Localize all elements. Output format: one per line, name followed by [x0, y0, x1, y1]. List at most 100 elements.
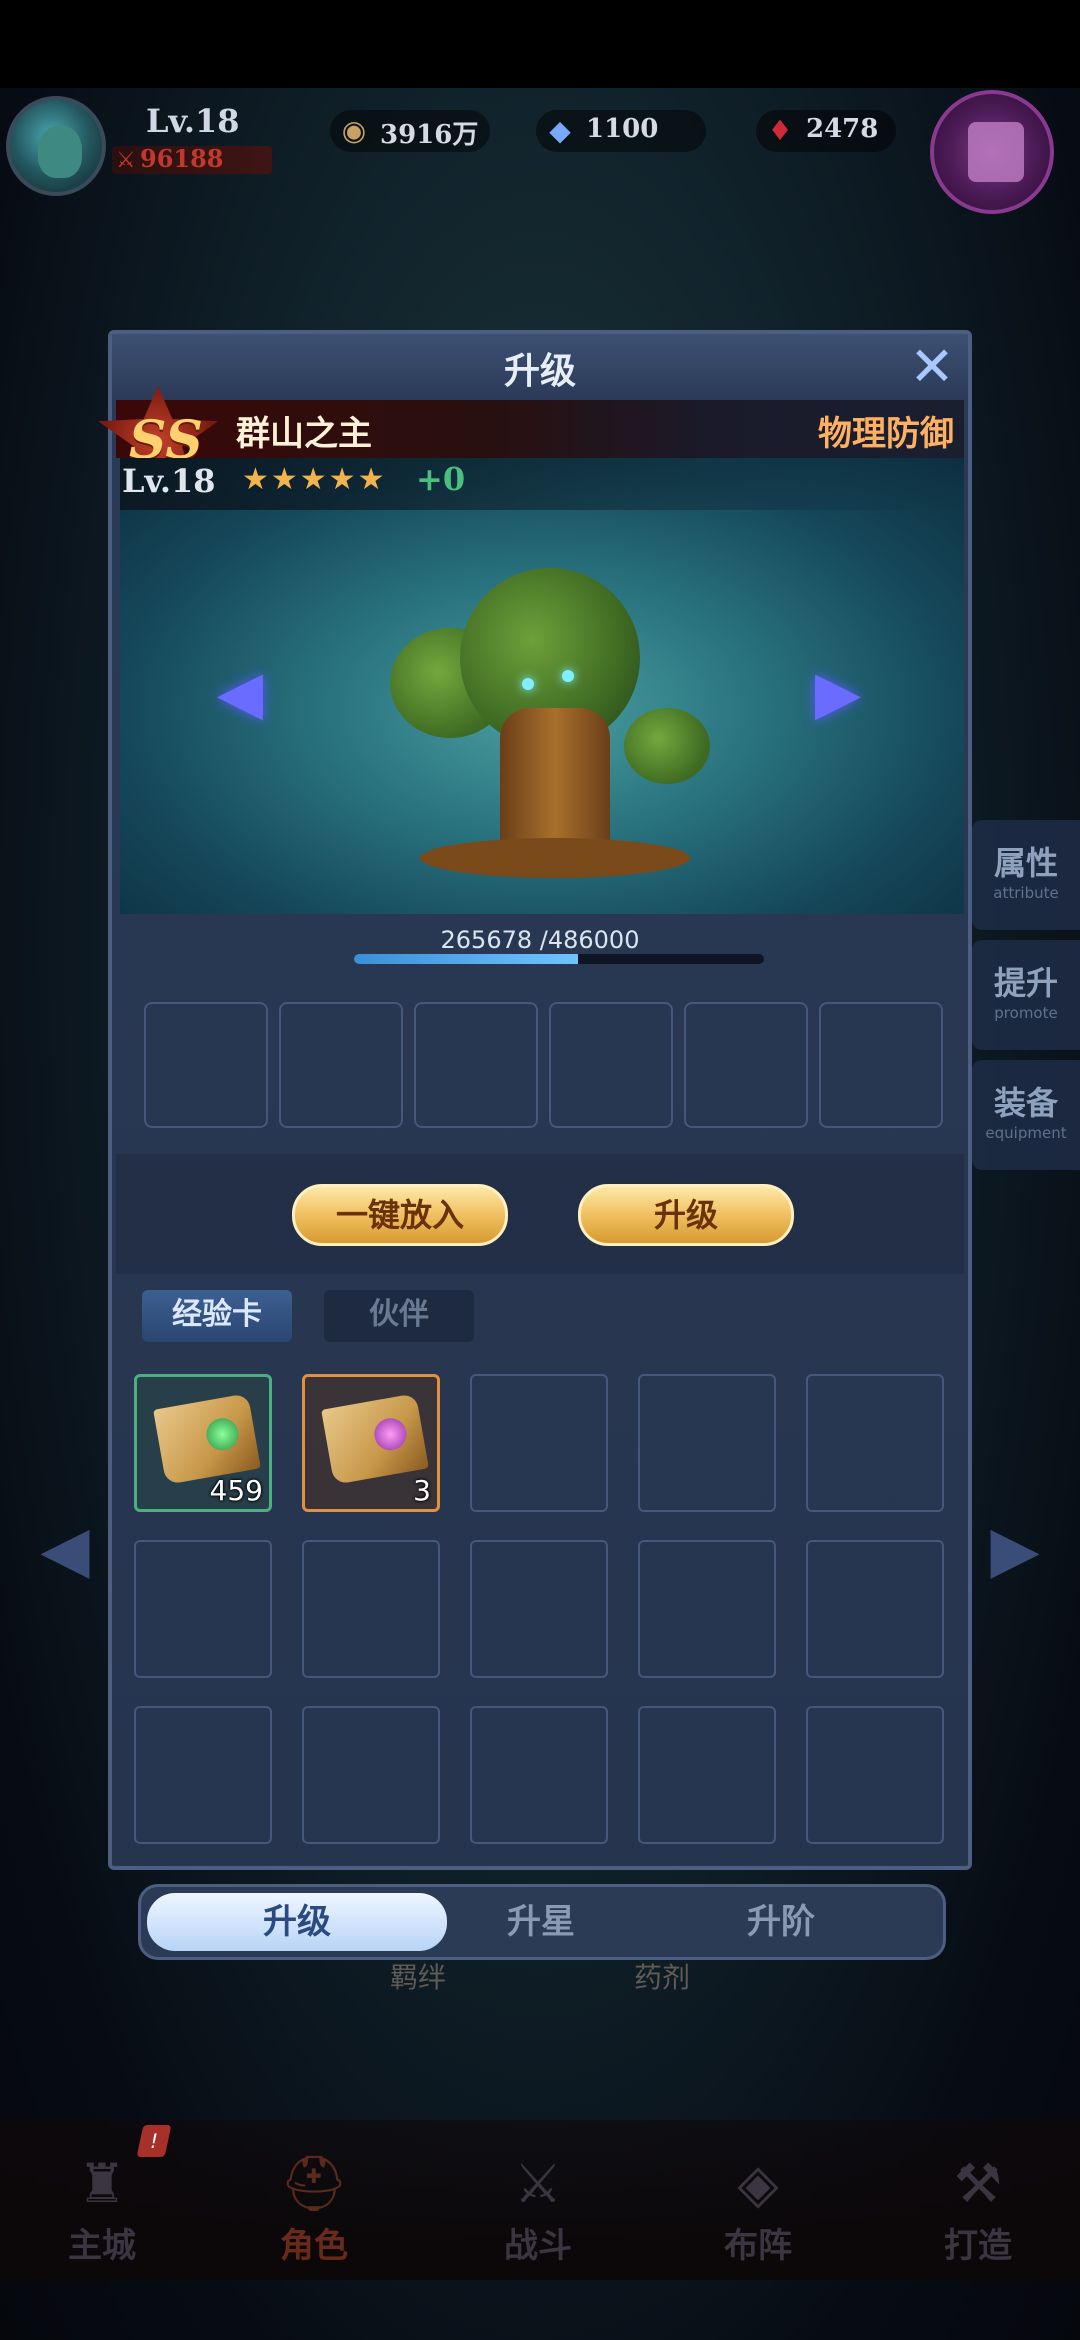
material-slot[interactable] [549, 1002, 673, 1128]
nav-character[interactable]: ⛑ 角色 [244, 2150, 384, 2270]
exp-progress-text: 265678 /486000 [440, 926, 640, 954]
nav-label: 角色 [280, 2226, 348, 2266]
exp-book-icon [321, 1393, 429, 1485]
canopy [624, 708, 710, 784]
material-slot[interactable] [279, 1002, 403, 1128]
prev-hero-icon[interactable]: ◀ [30, 1500, 100, 1600]
side-tab-label: 属性 [993, 844, 1058, 882]
gold-value: 3916万 [380, 120, 479, 150]
modal-title: 升级 [503, 350, 576, 392]
hero-class: 物理防御 [818, 414, 954, 454]
mode-tab-bar: 升级 升星 升阶 [138, 1884, 946, 1960]
empty-item-cell[interactable] [134, 1706, 272, 1844]
power-value: 96188 [140, 144, 224, 173]
diamond-resource[interactable]: ◆ 1100 [536, 110, 706, 152]
swords-icon: ⚔ [513, 2152, 563, 2215]
ruby-icon: ♦ [767, 114, 793, 147]
next-hero-icon[interactable]: ▶ [980, 1500, 1050, 1600]
nav-main-city[interactable]: ♜ 主城 [32, 2150, 172, 2270]
empty-item-cell[interactable] [302, 1706, 440, 1844]
status-bar [0, 0, 1080, 88]
hero-name: 群山之主 [236, 414, 372, 454]
diamond-value: 1100 [586, 114, 659, 144]
gem-icon [371, 1415, 409, 1453]
empty-item-cell[interactable] [806, 1540, 944, 1678]
exp-progress-bar [354, 954, 764, 964]
side-tab-label: 装备 [993, 1084, 1058, 1122]
avatar-face [38, 126, 82, 178]
material-slot[interactable] [414, 1002, 538, 1128]
potion-label[interactable]: 药剂 [634, 1956, 690, 1994]
side-tab-promote[interactable]: 提升 promote [972, 940, 1080, 1050]
item-grid: 459 3 [134, 1374, 954, 1874]
exp-book-icon [153, 1393, 261, 1485]
ruby-resource[interactable]: ♦ 2478 [756, 110, 896, 152]
side-tab-attribute[interactable]: 属性 attribute [972, 820, 1080, 930]
quest-scroll-button[interactable] [930, 90, 1054, 214]
gem-icon [203, 1415, 241, 1453]
close-icon[interactable]: ✕ [906, 340, 958, 394]
gold-resource[interactable]: ◉ 3916万 [330, 110, 490, 152]
empty-item-cell[interactable] [638, 1540, 776, 1678]
coin-icon: ◉ [341, 114, 367, 147]
top-hud: Lv.18 ⚔ 96188 ◉ 3916万 ◆ 1100 ♦ 2478 [0, 88, 1080, 214]
game-screen: Lv.18 ⚔ 96188 ◉ 3916万 ◆ 1100 ♦ 2478 属性 a… [0, 0, 1080, 2340]
bond-label[interactable]: 羁绊 [390, 1956, 446, 1994]
item-exp-card-green[interactable]: 459 [134, 1374, 272, 1512]
glowing-eye [562, 670, 574, 682]
nav-label: 主城 [68, 2226, 136, 2266]
anvil-icon: ⚒ [953, 2152, 1003, 2215]
scroll-icon [968, 122, 1024, 182]
ruby-value: 2478 [806, 114, 879, 144]
helmet-icon: ⛑ [279, 2152, 349, 2215]
auto-fill-button[interactable]: 一键放入 [292, 1184, 508, 1246]
exp-progress-fill [354, 954, 579, 964]
subtab-exp-card[interactable]: 经验卡 [142, 1290, 292, 1342]
item-exp-card-purple[interactable]: 3 [302, 1374, 440, 1512]
glowing-eye [522, 678, 534, 690]
tab-rank-up[interactable]: 升阶 [631, 1893, 931, 1951]
material-slot-row [144, 1002, 944, 1128]
material-slot[interactable] [684, 1002, 808, 1128]
side-tab-sublabel: attribute [993, 884, 1059, 902]
nav-formation[interactable]: ◈ 布阵 [688, 2150, 828, 2270]
action-area [116, 1154, 964, 1274]
formation-icon: ◈ [737, 2152, 779, 2215]
next-hero-arrow-icon[interactable]: ▶ [808, 658, 868, 728]
subtab-partner[interactable]: 伙伴 [324, 1290, 474, 1342]
empty-item-cell[interactable] [302, 1540, 440, 1678]
prev-hero-arrow-icon[interactable]: ◀ [210, 658, 270, 728]
upgrade-button[interactable]: 升级 [578, 1184, 794, 1246]
side-tab-sublabel: promote [994, 1004, 1058, 1022]
player-avatar[interactable] [6, 96, 106, 196]
empty-item-cell[interactable] [134, 1540, 272, 1678]
hero-level: Lv.18 [122, 462, 216, 500]
item-count: 459 [209, 1474, 263, 1507]
side-tab-equipment[interactable]: 装备 equipment [972, 1060, 1080, 1170]
tree-guardian-figure [390, 558, 710, 888]
nav-battle[interactable]: ⚔ 战斗 [468, 2150, 608, 2270]
empty-item-cell[interactable] [806, 1374, 944, 1512]
side-tab-sublabel: equipment [985, 1124, 1067, 1142]
hero-plus: +0 [416, 460, 466, 498]
empty-item-cell[interactable] [470, 1374, 608, 1512]
empty-item-cell[interactable] [470, 1706, 608, 1844]
empty-item-cell[interactable] [806, 1706, 944, 1844]
empty-item-cell[interactable] [470, 1540, 608, 1678]
nav-label: 打造 [944, 2226, 1012, 2266]
empty-item-cell[interactable] [638, 1706, 776, 1844]
material-slot[interactable] [819, 1002, 943, 1128]
player-level: Lv.18 [146, 102, 240, 140]
sword-icon: ⚔ [116, 148, 136, 173]
nav-label: 布阵 [724, 2226, 792, 2266]
roots [420, 838, 690, 878]
item-count: 3 [413, 1474, 431, 1507]
upgrade-modal: 升级 ✕ SS 群山之主 物理防御 Lv.18 ★★★★★ +0 ◀ ▶ 265… [98, 330, 972, 1870]
nav-forge[interactable]: ⚒ 打造 [908, 2150, 1048, 2270]
empty-item-cell[interactable] [638, 1374, 776, 1512]
side-tab-label: 提升 [993, 964, 1058, 1002]
material-slot[interactable] [144, 1002, 268, 1128]
hero-portrait: Lv.18 ★★★★★ +0 ◀ ▶ [120, 458, 964, 914]
nav-label: 战斗 [504, 2226, 572, 2266]
castle-icon: ♜ [77, 2152, 127, 2215]
